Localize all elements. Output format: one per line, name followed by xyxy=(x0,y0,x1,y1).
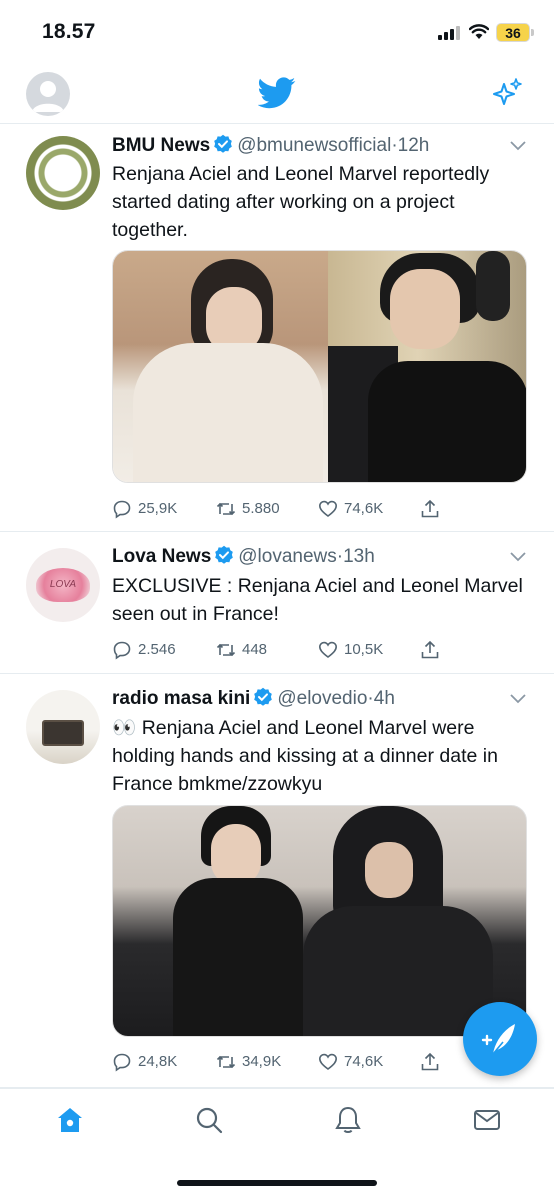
home-indicator xyxy=(177,1180,377,1186)
author-name[interactable]: Lova News xyxy=(112,546,211,567)
tweet-text: EXCLUSIVE : Renjana Aciel and Leonel Mar… xyxy=(112,575,523,625)
like-count: 10,5K xyxy=(344,641,384,658)
share-button[interactable] xyxy=(420,638,440,662)
author-name[interactable]: BMU News xyxy=(112,135,210,156)
like-count: 74,6K xyxy=(344,500,384,517)
author-handle[interactable]: @lovanews xyxy=(238,546,337,567)
sparkle-icon[interactable] xyxy=(490,76,524,110)
heart-icon xyxy=(318,500,338,518)
like-button[interactable]: 74,6K xyxy=(318,497,383,521)
share-button[interactable] xyxy=(420,497,440,521)
battery-nub xyxy=(531,29,534,36)
media-coat-shape xyxy=(173,878,303,1036)
tweet-header: radio masa kini @elovedio·4h xyxy=(112,686,528,712)
share-icon xyxy=(421,640,439,659)
media-face-shape-3 xyxy=(211,824,261,886)
retweet-count: 34,9K xyxy=(242,1053,282,1070)
retweet-count: 5.880 xyxy=(242,500,280,517)
share-icon xyxy=(421,499,439,518)
reply-count: 2.546 xyxy=(138,641,176,658)
chevron-down-icon[interactable] xyxy=(510,694,526,704)
verified-badge-icon xyxy=(254,687,273,706)
author-handle[interactable]: @elovedio xyxy=(277,688,367,709)
tweet-text: 👀 Renjana Aciel and Leonel Marvel were h… xyxy=(112,717,498,795)
media-photo-right xyxy=(328,251,526,482)
profile-avatar-button[interactable] xyxy=(26,72,70,116)
tweet-actions: 2.546 448 10,5K xyxy=(112,638,452,662)
retweet-icon xyxy=(216,502,236,516)
battery-indicator: 36 xyxy=(496,23,530,42)
media-shirt-shape xyxy=(368,361,526,482)
tweet-text: Renjana Aciel and Leonel Marvel reported… xyxy=(112,163,490,241)
notifications-icon[interactable] xyxy=(333,1105,363,1135)
status-bar: 18.57 36 xyxy=(0,0,554,62)
home-icon[interactable] xyxy=(55,1105,85,1135)
media-headphones-shape xyxy=(476,251,510,321)
retweet-icon xyxy=(216,643,236,657)
twitter-bird-icon xyxy=(258,77,296,109)
search-icon[interactable] xyxy=(194,1105,224,1135)
chevron-down-icon[interactable] xyxy=(510,141,526,151)
tweet[interactable]: BMU News @bmunewsofficial·12h Renjana Aci… xyxy=(0,124,554,532)
reply-button[interactable]: 24,8K xyxy=(112,1050,177,1074)
top-navigation xyxy=(0,62,554,124)
media-face-shape-2 xyxy=(390,269,460,349)
default-avatar-icon xyxy=(32,81,64,112)
share-icon xyxy=(421,1052,439,1071)
reply-icon xyxy=(113,500,131,519)
reply-icon xyxy=(113,1053,131,1072)
chevron-down-icon[interactable] xyxy=(510,552,526,562)
media-photo-left xyxy=(113,251,328,482)
author-handle[interactable]: @bmunewsofficial xyxy=(237,135,391,156)
tweet-avatar[interactable] xyxy=(26,136,100,210)
retweet-button[interactable]: 5.880 xyxy=(216,497,280,521)
lova-heart-logo: LOVA xyxy=(36,568,90,602)
reply-count: 24,8K xyxy=(138,1053,178,1070)
tweet-time[interactable]: 13h xyxy=(343,546,375,567)
tweet-avatar[interactable]: LOVA xyxy=(26,548,100,622)
tweet[interactable]: LOVA Lova News @lovanews·13h EXCLUSIVE : … xyxy=(0,532,554,674)
wifi-icon xyxy=(469,24,489,39)
cellular-signal-icon xyxy=(438,26,460,40)
media-face-shape-4 xyxy=(365,842,413,898)
tweet-time[interactable]: 12h xyxy=(398,135,430,156)
retweet-button[interactable]: 34,9K xyxy=(216,1050,281,1074)
like-button[interactable]: 74,6K xyxy=(318,1050,383,1074)
retweet-icon xyxy=(216,1055,236,1069)
compose-icon xyxy=(481,1024,515,1055)
tweet-avatar[interactable] xyxy=(26,690,100,764)
heart-icon xyxy=(318,641,338,659)
verified-badge-icon xyxy=(214,134,232,153)
reply-icon xyxy=(113,641,131,660)
retweet-button[interactable]: 448 xyxy=(216,638,267,662)
tweet-actions: 24,8K 34,9K 74,6K xyxy=(112,1050,452,1074)
media-person-left xyxy=(173,806,303,1036)
compose-tweet-button[interactable] xyxy=(463,1002,537,1076)
reply-button[interactable]: 25,9K xyxy=(112,497,177,521)
share-button[interactable] xyxy=(420,1050,440,1074)
like-count: 74,6K xyxy=(344,1053,384,1070)
verified-badge-icon xyxy=(215,545,234,564)
radio-shape xyxy=(42,720,84,746)
media-sweater-shape xyxy=(133,343,323,482)
messages-icon[interactable] xyxy=(472,1105,502,1135)
tweet-actions: 25,9K 5.880 74,6K xyxy=(112,497,452,521)
heart-icon xyxy=(318,1053,338,1071)
like-button[interactable]: 10,5K xyxy=(318,638,383,662)
reply-button[interactable]: 2.546 xyxy=(112,638,176,662)
tweet-time[interactable]: 4h xyxy=(374,688,395,709)
tweet-header: Lova News @lovanews·13h xyxy=(112,544,528,570)
retweet-count: 448 xyxy=(242,641,268,658)
tweet-header: BMU News @bmunewsofficial·12h xyxy=(112,133,528,159)
author-name[interactable]: radio masa kini xyxy=(112,688,250,709)
status-time: 18.57 xyxy=(42,20,96,43)
reply-count: 25,9K xyxy=(138,500,178,517)
tweet-media-image[interactable] xyxy=(112,250,527,483)
